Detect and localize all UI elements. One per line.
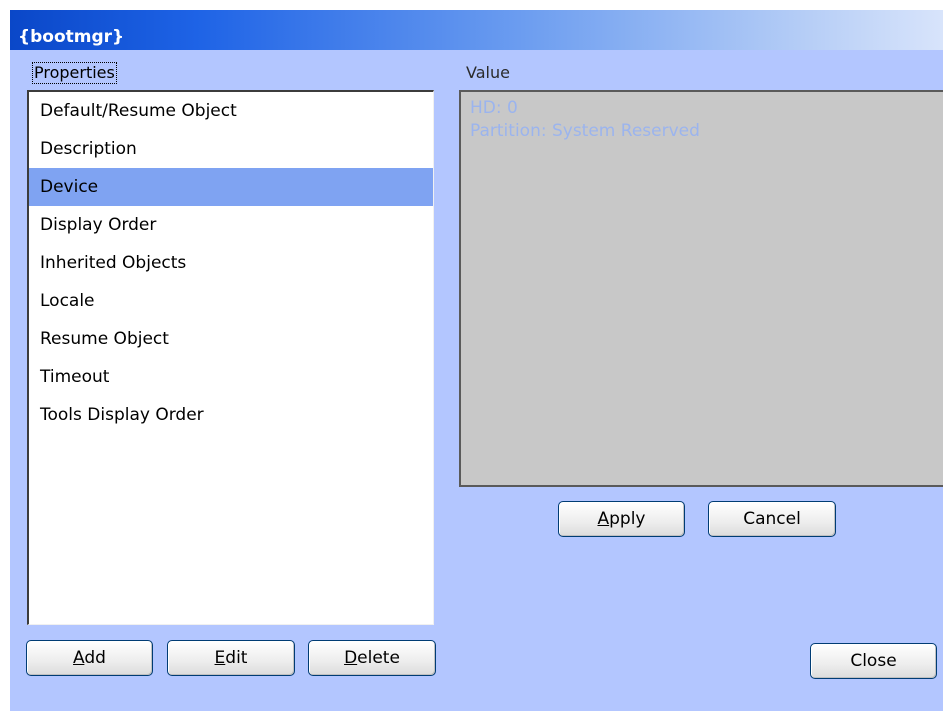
close-button-label: Close	[850, 651, 897, 671]
value-line-partition: Partition: System Reserved	[470, 121, 700, 141]
list-item-default-resume-object[interactable]: Default/Resume Object	[29, 92, 433, 130]
add-button-label: Add	[73, 648, 106, 668]
list-item-resume-object[interactable]: Resume Object	[29, 320, 433, 358]
list-item-timeout[interactable]: Timeout	[29, 358, 433, 396]
list-item-locale[interactable]: Locale	[29, 282, 433, 320]
delete-button-label: Delete	[344, 648, 400, 668]
apply-button[interactable]: Apply	[558, 501, 685, 537]
apply-button-label: Apply	[597, 509, 646, 529]
close-button[interactable]: Close	[810, 643, 937, 679]
delete-button[interactable]: Delete	[308, 640, 436, 676]
title-bar[interactable]: {bootmgr}	[10, 10, 943, 50]
list-item-tools-display-order[interactable]: Tools Display Order	[29, 396, 433, 434]
list-item-device[interactable]: Device	[29, 168, 433, 206]
value-textbox[interactable]: HD: 0 Partition: System Reserved	[459, 90, 943, 487]
edit-button-label: Edit	[214, 648, 248, 668]
list-item-inherited-objects[interactable]: Inherited Objects	[29, 244, 433, 282]
cancel-button[interactable]: Cancel	[708, 501, 836, 537]
bootmgr-dialog: {bootmgr} Properties Value Default/Resum…	[10, 10, 943, 711]
value-label: Value	[466, 63, 510, 82]
value-line-hd: HD: 0	[470, 98, 518, 118]
properties-list[interactable]: Default/Resume Object Description Device…	[27, 90, 434, 625]
edit-button[interactable]: Edit	[167, 640, 295, 676]
list-item-display-order[interactable]: Display Order	[29, 206, 433, 244]
list-item-description[interactable]: Description	[29, 130, 433, 168]
cancel-button-label: Cancel	[743, 509, 801, 529]
window-title: {bootmgr}	[18, 27, 125, 47]
properties-label: Properties	[32, 62, 117, 84]
add-button[interactable]: Add	[26, 640, 153, 676]
